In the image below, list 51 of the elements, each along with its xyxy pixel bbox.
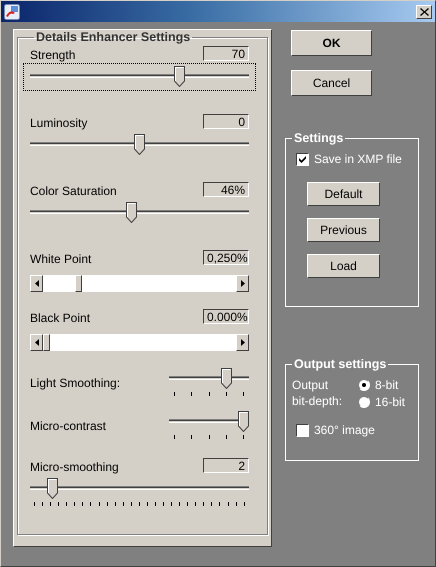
scroll-left-button[interactable] bbox=[30, 275, 43, 292]
checkbox-label: 360° image bbox=[314, 423, 375, 437]
slider-thumb[interactable] bbox=[134, 134, 145, 155]
slider-thumb[interactable] bbox=[126, 202, 137, 223]
scrollbar-thumb[interactable] bbox=[43, 334, 50, 351]
slider-thumb[interactable] bbox=[174, 66, 185, 87]
value-field[interactable]: 46% bbox=[203, 182, 249, 197]
value-field[interactable]: 0,250% bbox=[203, 250, 249, 265]
settings-button[interactable]: Previous bbox=[307, 218, 380, 242]
radio-button[interactable] bbox=[358, 396, 370, 408]
slider-label: Micro-smoothing bbox=[30, 459, 119, 474]
scroll-left-button[interactable] bbox=[30, 334, 43, 351]
value-field[interactable]: 0.000% bbox=[203, 309, 249, 324]
bit-depth-label: Output bit-depth: bbox=[292, 377, 344, 409]
close-button[interactable] bbox=[416, 4, 432, 18]
slider-thumb[interactable] bbox=[46, 478, 58, 499]
slider-label: Light Smoothing: bbox=[30, 375, 120, 390]
checkbox-label: Save in XMP file bbox=[314, 152, 402, 166]
slider-label: Strength bbox=[30, 47, 76, 62]
right-arrow-icon bbox=[240, 339, 244, 346]
slider-label: Luminosity bbox=[30, 115, 88, 130]
slider-label: White Point bbox=[30, 251, 92, 266]
scroll-right-button[interactable] bbox=[236, 275, 249, 292]
dialog-button[interactable]: OK bbox=[291, 30, 372, 56]
settings-button[interactable]: Load bbox=[307, 254, 380, 278]
scroll-right-button[interactable] bbox=[236, 334, 249, 351]
radio-button[interactable] bbox=[358, 379, 370, 391]
close-icon bbox=[420, 8, 428, 16]
value-field[interactable]: 2 bbox=[203, 458, 249, 473]
dialog-button[interactable]: Cancel bbox=[291, 70, 372, 96]
value-field[interactable]: 70 bbox=[203, 46, 249, 61]
radio-label: 16-bit bbox=[375, 395, 406, 409]
slider-label: Black Point bbox=[30, 310, 90, 325]
value-field[interactable]: 0 bbox=[203, 114, 249, 129]
right-arrow-icon bbox=[240, 280, 244, 287]
check-icon bbox=[299, 156, 306, 162]
slider-thumb[interactable] bbox=[220, 368, 232, 389]
app-icon bbox=[4, 4, 20, 20]
slider-label: Color Saturation bbox=[30, 183, 117, 198]
checkbox[interactable] bbox=[296, 424, 309, 436]
group-title: Settings bbox=[293, 131, 344, 145]
slider-label: Micro-contrast bbox=[30, 418, 106, 433]
group-title: Output settings bbox=[293, 357, 388, 371]
settings-button[interactable]: Default bbox=[307, 182, 380, 206]
scrollbar-thumb[interactable] bbox=[74, 275, 82, 292]
group-title: Details Enhancer Settings bbox=[35, 30, 192, 44]
checkbox[interactable] bbox=[296, 152, 309, 166]
slider-thumb[interactable] bbox=[238, 411, 249, 432]
left-arrow-icon bbox=[34, 280, 38, 287]
radio-label: 8-bit bbox=[375, 378, 398, 392]
left-arrow-icon bbox=[34, 339, 38, 346]
